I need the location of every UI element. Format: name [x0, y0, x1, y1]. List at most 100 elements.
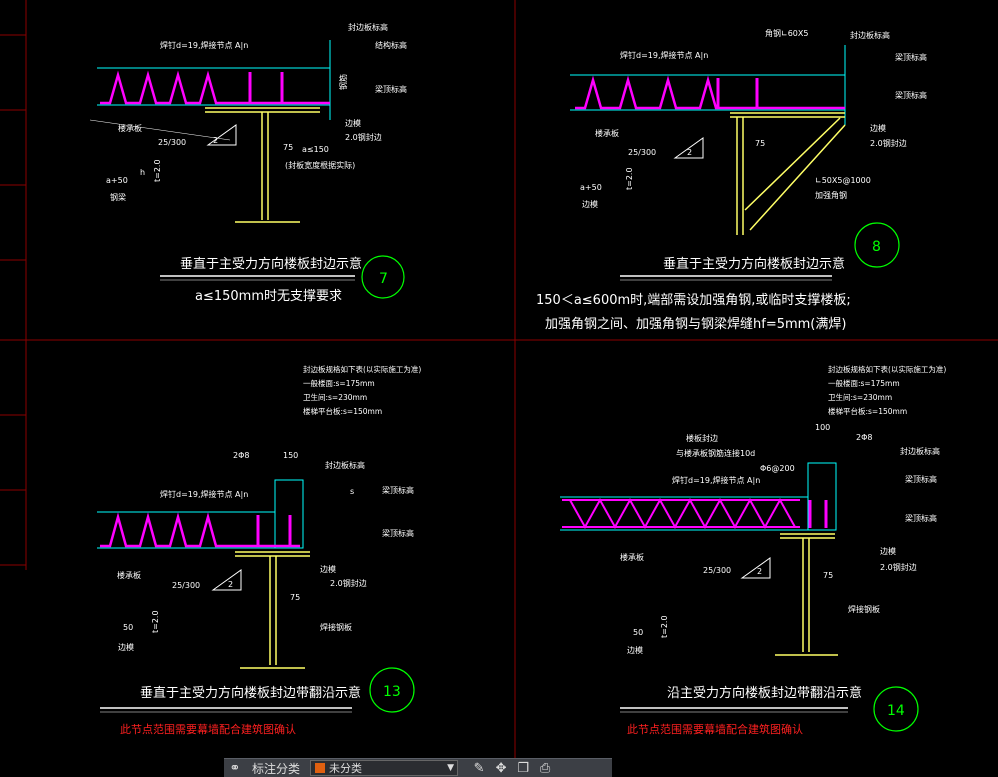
- label-stud: 焊钉d=19,焊接节点 A|n: [620, 50, 708, 60]
- label-edge: 边模: [870, 123, 886, 133]
- cad-drawing-canvas[interactable]: 焊钉d=19,焊接节点 A|n 结构标高 封边板标高 梁顶标高 2.0钢封边 边…: [0, 0, 998, 776]
- label-hd: 钢筋: [338, 74, 348, 90]
- label-deck: 楼承板: [595, 128, 619, 138]
- label-beamtop: 梁顶标高: [382, 485, 414, 495]
- label-50: 50: [633, 628, 643, 637]
- label-stud: 焊钉d=19,焊接节点 A|n: [160, 489, 248, 499]
- label-beamtop: 梁顶标高: [905, 474, 937, 484]
- spec-note: 楼梯平台板:s=150mm: [303, 406, 382, 416]
- label-75: 75: [283, 143, 293, 152]
- toolbar-label: 标注分类: [252, 761, 301, 776]
- panel-14-title: 沿主受力方向楼板封边带翻沿示意: [667, 685, 862, 701]
- label-edge-2: 边模: [118, 642, 134, 652]
- panel-7-number: 7: [379, 271, 388, 287]
- stamp-icon[interactable]: ⎙: [534, 759, 556, 777]
- truss-deck: [562, 497, 800, 530]
- label-stud: 焊钉d=19,焊接节点 A|n: [160, 40, 248, 50]
- label-seal: 封边板标高: [900, 446, 940, 456]
- label-beamtop-2: 梁顶标高: [382, 528, 414, 538]
- label-closure: 2.0钢封边: [330, 578, 367, 588]
- label-seam: 2: [687, 148, 692, 157]
- panel-13-number: 13: [383, 684, 401, 700]
- panel-8-note2: 加强角钢之间、加强角钢与钢梁焊缝hf=5mm(满焊): [545, 316, 846, 332]
- panel-13-red: 此节点范围需要幕墙配合建筑图确认: [120, 722, 296, 736]
- link-icon[interactable]: ⚭: [224, 759, 246, 777]
- label-edge: 边模: [880, 546, 896, 556]
- panel-13: 封边板规格如下表(以实际施工为准) 一般楼面:s=175mm 卫生间:s=230…: [97, 364, 421, 736]
- chevron-down-icon: ▼: [447, 763, 455, 773]
- label-cut: (封板宽度根据实际): [285, 160, 355, 170]
- copy-icon[interactable]: ❐: [512, 759, 534, 777]
- label-deck: 楼承板: [118, 123, 142, 133]
- panel-8-number: 8: [872, 239, 881, 255]
- category-value: 未分类: [329, 762, 363, 775]
- label-t: t=2.0: [153, 159, 162, 182]
- label-100: 100: [815, 423, 830, 432]
- label-bg: 钢梁: [110, 192, 126, 202]
- label-s: s: [350, 487, 354, 496]
- label-wall: 楼板封边: [686, 433, 718, 443]
- panel-14-number: 14: [887, 703, 905, 719]
- label-seal: 封边板标高: [850, 30, 890, 40]
- label-t: t=2.0: [660, 615, 669, 638]
- label-deck: 楼承板: [620, 552, 644, 562]
- label-150: 150: [283, 451, 298, 460]
- label-50: 50: [123, 623, 133, 632]
- label-slope: 25/300: [158, 138, 186, 147]
- label-seam: 2: [228, 580, 233, 589]
- spec-note: 卫生间:s=230mm: [303, 392, 367, 402]
- label-bar: 2Φ8: [233, 451, 249, 460]
- label-h: h: [140, 168, 145, 177]
- label-beamtop: 梁顶标高: [375, 84, 407, 94]
- label-stud: 焊钉d=19,焊接节点 A|n: [672, 475, 760, 485]
- label-edge: 边模: [345, 118, 361, 128]
- label-dist: Φ6@200: [760, 464, 795, 473]
- label-t: t=2.0: [625, 167, 634, 190]
- spec-note: 封边板规格如下表(以实际施工为准): [828, 364, 946, 374]
- label-closure: 2.0钢封边: [870, 138, 907, 148]
- label-slope: 25/300: [703, 566, 731, 575]
- label-weld: 焊接钢板: [848, 604, 880, 614]
- label-angle: 角钢∟60X5: [765, 28, 808, 38]
- label-weld: 焊接钢板: [320, 622, 352, 632]
- label-deck: 楼承板: [117, 570, 141, 580]
- annotation-toolbar: ⚭ 标注分类 未分类 ▼ ✎ ✥ ❐ ⎙: [224, 758, 612, 777]
- pencil-icon[interactable]: ✎: [468, 759, 490, 777]
- spec-note: 封边板规格如下表(以实际施工为准): [303, 364, 421, 374]
- label-a50: a+50: [580, 183, 602, 192]
- panel-14: 封边板规格如下表(以实际施工为准) 一般楼面:s=175mm 卫生间:s=230…: [560, 364, 946, 736]
- label-seal: 封边板标高: [348, 22, 388, 32]
- panel-13-title: 垂直于主受力方向楼板封边带翻沿示意: [140, 685, 361, 701]
- label-support: 加强角钢: [815, 190, 847, 200]
- steel-deck: [100, 70, 330, 105]
- label-beamtop-2: 梁顶标高: [895, 90, 927, 100]
- move-icon[interactable]: ✥: [490, 759, 512, 777]
- panel-8-note1: 150＜a≤600m时,端部需设加强角钢,或临时支撑楼板;: [536, 293, 851, 308]
- label-bar: 2Φ8: [856, 433, 872, 442]
- category-select[interactable]: 未分类 ▼: [310, 760, 459, 776]
- panel-7: 焊钉d=19,焊接节点 A|n 结构标高 封边板标高 梁顶标高 2.0钢封边 边…: [89, 22, 407, 304]
- spec-note: 一般楼面:s=175mm: [303, 378, 375, 388]
- label-seam: 2: [213, 136, 218, 145]
- label-a150: a≤150: [302, 145, 329, 154]
- label-rebar: 与楼承板钢筋连接10d: [676, 448, 755, 458]
- panel-8-title: 垂直于主受力方向楼板封边示意: [663, 256, 845, 272]
- label-t: t=2.0: [151, 610, 160, 633]
- label-beamtop-2: 梁顶标高: [905, 513, 937, 523]
- label-75: 75: [823, 571, 833, 580]
- label-edge-2: 边模: [582, 199, 598, 209]
- panel-7-title: 垂直于主受力方向楼板封边示意: [180, 256, 362, 272]
- label-seam: 2: [757, 567, 762, 576]
- label-a50: a+50: [106, 176, 128, 185]
- label-edge-2: 边模: [627, 645, 643, 655]
- spec-note: 一般楼面:s=175mm: [828, 378, 900, 388]
- label-slope: 25/300: [628, 148, 656, 157]
- label-edge: 边模: [320, 564, 336, 574]
- label-beamtop: 梁顶标高: [895, 52, 927, 62]
- panel-8: 焊钉d=19,焊接节点 A|n 角钢∟60X5 封边板标高 梁顶标高 梁顶标高 …: [536, 28, 927, 332]
- label-floorlevel: 结构标高: [375, 40, 407, 50]
- label-seal: 封边板标高: [325, 460, 365, 470]
- spec-note: 楼梯平台板:s=150mm: [828, 406, 907, 416]
- shear-studs: [248, 72, 284, 103]
- category-color-swatch: [315, 763, 326, 773]
